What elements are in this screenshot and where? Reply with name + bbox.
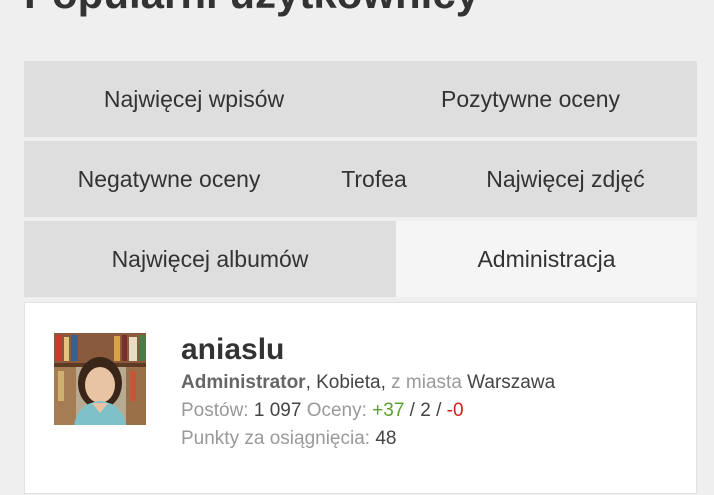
tab-negative-ratings[interactable]: Negatywne oceny	[24, 141, 314, 217]
tab-most-albums[interactable]: Najwięcej albumów	[24, 221, 396, 297]
tab-administration[interactable]: Administracja	[396, 221, 697, 297]
points-label: Punkty za osiągnięcia:	[181, 428, 376, 449]
ratings-separator: /	[404, 400, 421, 421]
ranking-tabs: Najwięcej wpisów Pozytywne oceny Negatyw…	[24, 61, 697, 301]
tab-most-posts[interactable]: Najwięcej wpisów	[24, 61, 364, 137]
posts-label: Postów:	[181, 400, 254, 421]
points-value: 48	[375, 428, 397, 449]
ratings-neutral: 2	[420, 400, 431, 421]
user-info: aniaslu Administrator, Kobieta, z miasta…	[181, 331, 555, 453]
tab-most-photos[interactable]: Najwięcej zdjęć	[434, 141, 697, 217]
user-city: Warszawa	[467, 372, 556, 393]
ratings-label: Oceny:	[301, 400, 373, 421]
user-gender: , Kobieta,	[305, 372, 392, 393]
tab-row: Najwięcej wpisów Pozytywne oceny	[24, 61, 697, 137]
ratings-separator: /	[430, 400, 447, 421]
tab-row: Najwięcej albumów Administracja	[24, 221, 697, 297]
user-card: aniaslu Administrator, Kobieta, z miasta…	[24, 302, 697, 494]
user-points: Punkty za osiągnięcia: 48	[181, 425, 555, 453]
page-title: Popularni użytkownicy	[24, 0, 479, 18]
avatar-photo	[54, 333, 146, 425]
page: Popularni użytkownicy Najwięcej wpisów P…	[0, 0, 714, 495]
ratings-positive: +37	[372, 400, 405, 421]
ratings-negative: -0	[446, 400, 464, 421]
user-role: Administrator	[181, 372, 306, 393]
user-city-prefix: z miasta	[391, 372, 468, 393]
posts-value: 1 097	[253, 400, 302, 421]
tab-positive-ratings[interactable]: Pozytywne oceny	[364, 61, 697, 137]
username[interactable]: aniaslu	[181, 331, 555, 369]
user-stats: Postów: 1 097 Oceny: +37 / 2 / -0	[181, 397, 555, 425]
user-details: Administrator, Kobieta, z miasta Warszaw…	[181, 369, 555, 397]
tab-row: Negatywne oceny Trofea Najwięcej zdjęć	[24, 141, 697, 217]
tab-trophies[interactable]: Trofea	[314, 141, 434, 217]
avatar[interactable]	[54, 333, 146, 425]
